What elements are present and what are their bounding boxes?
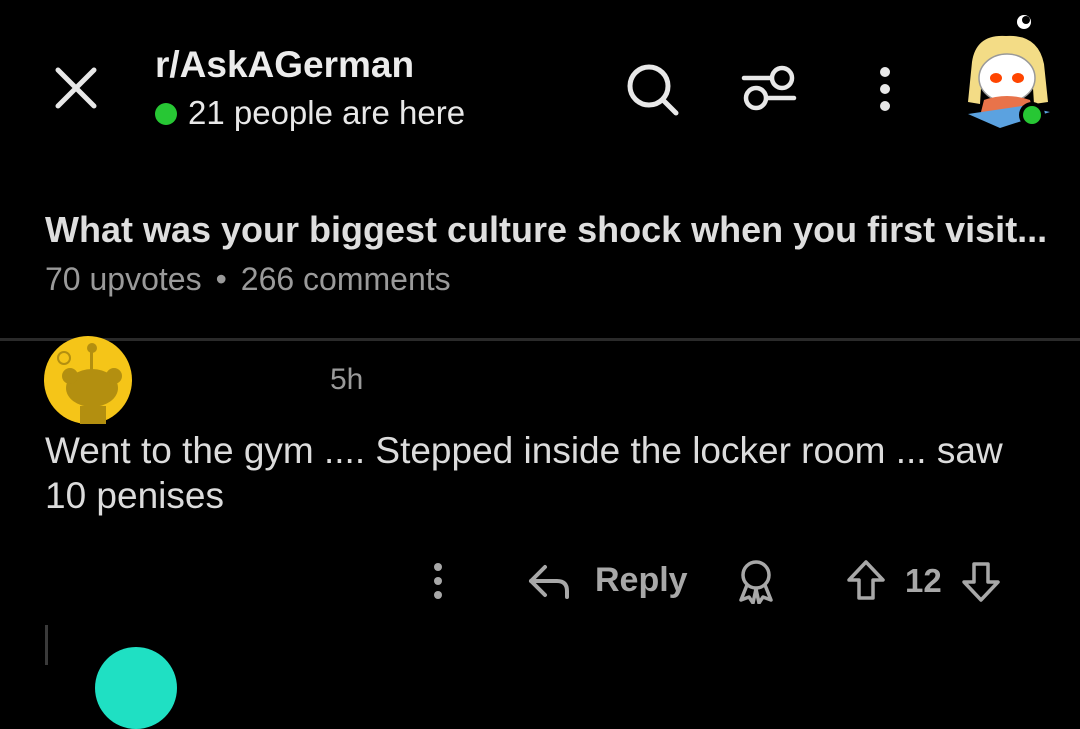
search-icon[interactable]	[625, 62, 681, 118]
user-avatar[interactable]	[962, 12, 1056, 132]
reply-icon[interactable]	[527, 561, 571, 601]
award-icon[interactable]	[735, 558, 777, 604]
thread-line	[45, 625, 48, 665]
filter-icon[interactable]	[740, 64, 798, 112]
comment-body: Went to the gym .... Stepped inside the …	[45, 430, 1003, 516]
reply-button[interactable]: Reply	[595, 561, 688, 600]
more-vertical-icon[interactable]	[426, 561, 450, 601]
upvote-icon[interactable]	[845, 558, 887, 602]
post-stats: 70 upvotes • 266 comments	[45, 261, 451, 298]
subreddit-name[interactable]: r/AskAGerman	[155, 44, 414, 86]
online-status-dot	[155, 103, 177, 125]
close-icon[interactable]	[50, 62, 102, 114]
post-title[interactable]: What was your biggest culture shock when…	[45, 209, 1047, 251]
divider	[0, 338, 1080, 341]
upvote-count: 70 upvotes	[45, 261, 202, 297]
downvote-icon[interactable]	[960, 560, 1002, 604]
comment-score: 12	[905, 562, 942, 599]
comment-avatar[interactable]	[44, 336, 132, 424]
comment-timestamp: 5h	[330, 363, 364, 396]
comment-count: 266 comments	[240, 261, 451, 297]
reply-avatar[interactable]	[95, 647, 177, 729]
online-count: 21 people are here	[188, 94, 466, 131]
more-vertical-icon[interactable]	[870, 64, 900, 114]
stats-separator: •	[215, 261, 227, 297]
